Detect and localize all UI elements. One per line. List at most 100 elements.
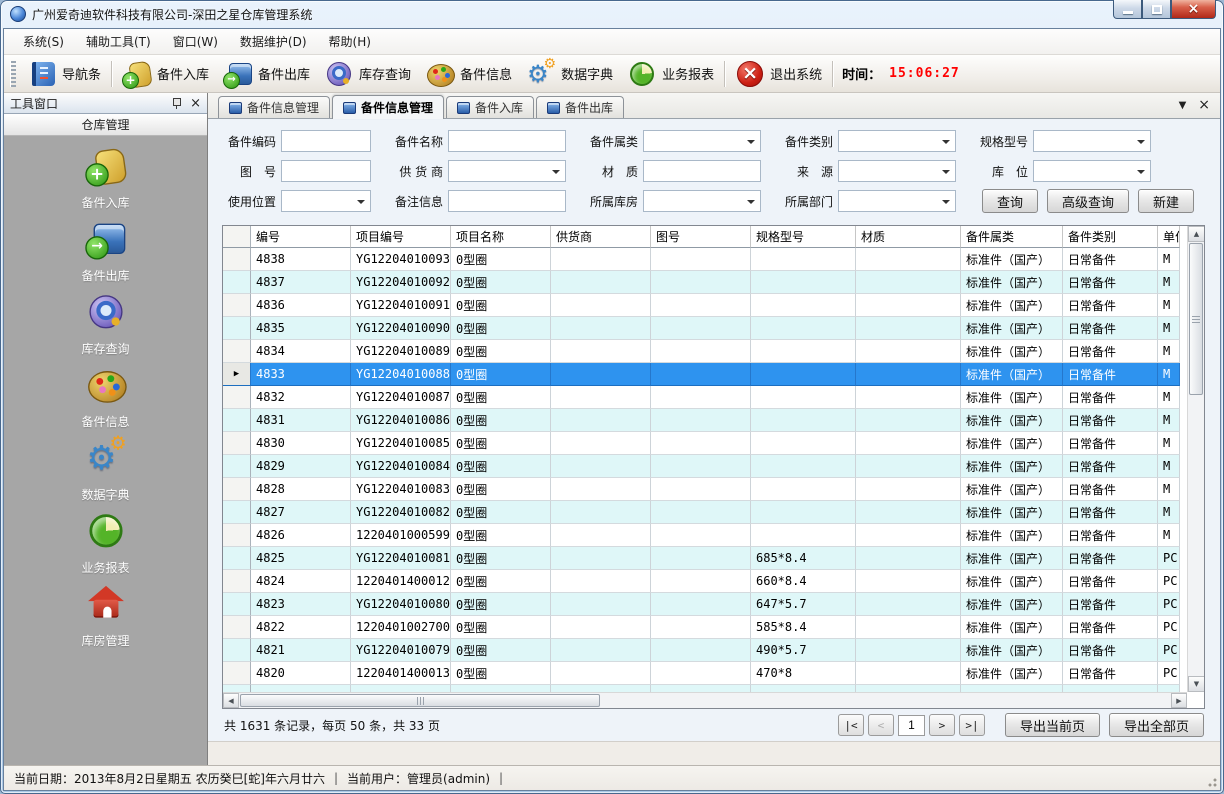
select-field[interactable] [838,130,956,152]
table-row[interactable]: 4823YG122040100800型圈647*5.7标准件（国产）日常备件PC [223,593,1187,616]
column-header[interactable]: 规格型号 [751,226,856,248]
scroll-left-icon[interactable]: ◀ [223,693,239,708]
column-header[interactable]: 图号 [651,226,751,248]
toolbar-button-business-report[interactable]: 业务报表 [620,57,721,91]
table-row[interactable]: 482412204014000120型圈660*8.4标准件（国产）日常备件PC [223,570,1187,593]
tab-1[interactable]: 备件信息管理 [332,95,444,119]
table-row[interactable]: 4829YG122040100840型圈标准件（国产）日常备件M [223,455,1187,478]
table-row[interactable]: 4830YG122040100850型圈标准件（国产）日常备件M [223,432,1187,455]
select-field[interactable] [281,190,371,212]
pin-icon[interactable] [171,97,182,109]
tab-2[interactable]: 备件入库 [446,96,534,118]
column-header[interactable]: 编号 [251,226,351,248]
first-page-button[interactable]: |< [838,714,864,736]
vertical-scroll-thumb[interactable] [1189,243,1203,395]
input-field[interactable] [643,160,761,182]
sidebar-item-inventory-query[interactable]: 库存查询 [46,298,166,357]
toolbar-button-data-dictionary[interactable]: 数据字典 [519,57,620,91]
tab-list-dropdown-icon[interactable]: ▼ [1179,100,1187,111]
table-row[interactable]: 482212204010027000型圈585*8.4标准件（国产）日常备件PC [223,616,1187,639]
toolbar-button-exit-system[interactable]: 退出系统 [728,57,829,91]
table-cell [551,478,651,501]
sidebar-item-parts-outbound[interactable]: 备件出库 [46,225,166,284]
input-field[interactable] [448,130,566,152]
column-header[interactable]: 材质 [856,226,961,248]
scroll-right-icon[interactable]: ▶ [1171,693,1187,708]
column-header[interactable]: 备件属类 [961,226,1063,248]
prev-page-button[interactable]: < [868,714,894,736]
column-header[interactable]: 供货商 [551,226,651,248]
vertical-scrollbar[interactable]: ▲ ▼ [1187,226,1204,692]
select-field[interactable] [838,160,956,182]
table-row[interactable]: ▶4833YG122040100880型圈标准件（国产）日常备件M [223,363,1187,386]
column-header[interactable]: 项目编号 [351,226,451,248]
column-header[interactable]: 项目名称 [451,226,551,248]
table-cell [856,685,961,692]
table-row[interactable]: 4827YG122040100820型圈标准件（国产）日常备件M [223,501,1187,524]
table-row[interactable]: 4838YG122040100930型圈标准件（国产）日常备件M [223,248,1187,271]
advanced-query-button[interactable]: 高级查询 [1047,189,1129,213]
table-row[interactable]: 4834YG122040100890型圈标准件（国产）日常备件M [223,340,1187,363]
select-field[interactable] [643,130,761,152]
toolbar-button-navigator[interactable]: 导航条 [20,57,108,91]
menu-item[interactable]: 数据维护(D) [229,30,318,53]
input-field[interactable] [448,190,566,212]
table-row[interactable]: 4821YG122040100790型圈490*5.7标准件（国产）日常备件PC [223,639,1187,662]
tab-0[interactable]: 备件信息管理 [218,96,330,118]
table-row[interactable]: 4837YG122040100920型圈标准件（国产）日常备件M [223,271,1187,294]
toolbar-button-parts-inbound[interactable]: 备件入库 [115,57,216,91]
sidebar-item-parts-inbound[interactable]: 备件入库 [46,152,166,211]
table-cell [856,340,961,363]
table-row[interactable]: 4836YG122040100910型圈标准件（国产）日常备件M [223,294,1187,317]
new-button[interactable]: 新建 [1138,189,1194,213]
minimize-button[interactable] [1113,0,1142,19]
table-row[interactable]: 4832YG122040100870型圈标准件（国产）日常备件M [223,386,1187,409]
export-current-page-button[interactable]: 导出当前页 [1005,713,1100,737]
select-field[interactable] [1033,130,1151,152]
select-field[interactable] [448,160,566,182]
select-field[interactable] [643,190,761,212]
toolbar-button-parts-outbound[interactable]: 备件出库 [216,57,317,91]
column-header[interactable]: 备件类别 [1063,226,1158,248]
sidebar-item-data-dictionary[interactable]: 数据字典 [46,444,166,503]
table-row[interactable]: 4828YG122040100830型圈标准件（国产）日常备件M [223,478,1187,501]
tab-3[interactable]: 备件出库 [536,96,624,118]
scroll-up-icon[interactable]: ▲ [1188,226,1205,242]
toolbar-button-parts-info[interactable]: 备件信息 [418,57,519,91]
sidebar-group-warehouse[interactable]: 仓库管理 [4,114,207,136]
next-page-button[interactable]: > [929,714,955,736]
horizontal-scroll-thumb[interactable] [240,694,600,707]
page-number-input[interactable] [898,715,925,736]
menu-item[interactable]: 辅助工具(T) [75,30,162,53]
table-row[interactable]: 4825YG122040100810型圈685*8.4标准件（国产）日常备件PC [223,547,1187,570]
resize-grip[interactable] [1205,775,1217,787]
table-row[interactable]: 4831YG122040100860型圈标准件（国产）日常备件M [223,409,1187,432]
table-cell: 4826 [251,524,351,547]
menu-item[interactable]: 窗口(W) [162,30,229,53]
input-field[interactable] [281,160,371,182]
restore-button[interactable] [1142,0,1171,19]
column-header[interactable] [223,226,251,248]
horizontal-scrollbar[interactable]: ◀ ▶ [223,692,1187,708]
column-header[interactable]: 单位 [1158,226,1180,248]
menu-item[interactable]: 系统(S) [12,30,75,53]
close-button[interactable]: × [1171,0,1216,19]
sidebar-item-warehouse[interactable]: 库房管理 [46,590,166,649]
toolbar-grip[interactable] [10,61,16,87]
sidebar-item-parts-info[interactable]: 备件信息 [46,371,166,430]
table-row[interactable]: 4835YG122040100900型圈标准件（国产）日常备件M [223,317,1187,340]
input-field[interactable] [281,130,371,152]
table-row[interactable]: 482612204010005990型圈标准件（国产）日常备件M [223,524,1187,547]
last-page-button[interactable]: >| [959,714,985,736]
select-field[interactable] [838,190,956,212]
table-row[interactable]: 482012204014000130型圈470*8标准件（国产）日常备件PC [223,662,1187,685]
tool-window-close-icon[interactable]: × [190,97,201,110]
sidebar-item-business-report[interactable]: 业务报表 [46,517,166,576]
query-button[interactable]: 查询 [982,189,1038,213]
toolbar-button-inventory-query[interactable]: 库存查询 [317,57,418,91]
select-field[interactable] [1033,160,1151,182]
menu-item[interactable]: 帮助(H) [318,30,382,53]
scroll-down-icon[interactable]: ▼ [1188,676,1205,692]
tab-close-icon[interactable]: × [1198,98,1210,112]
export-all-pages-button[interactable]: 导出全部页 [1109,713,1204,737]
